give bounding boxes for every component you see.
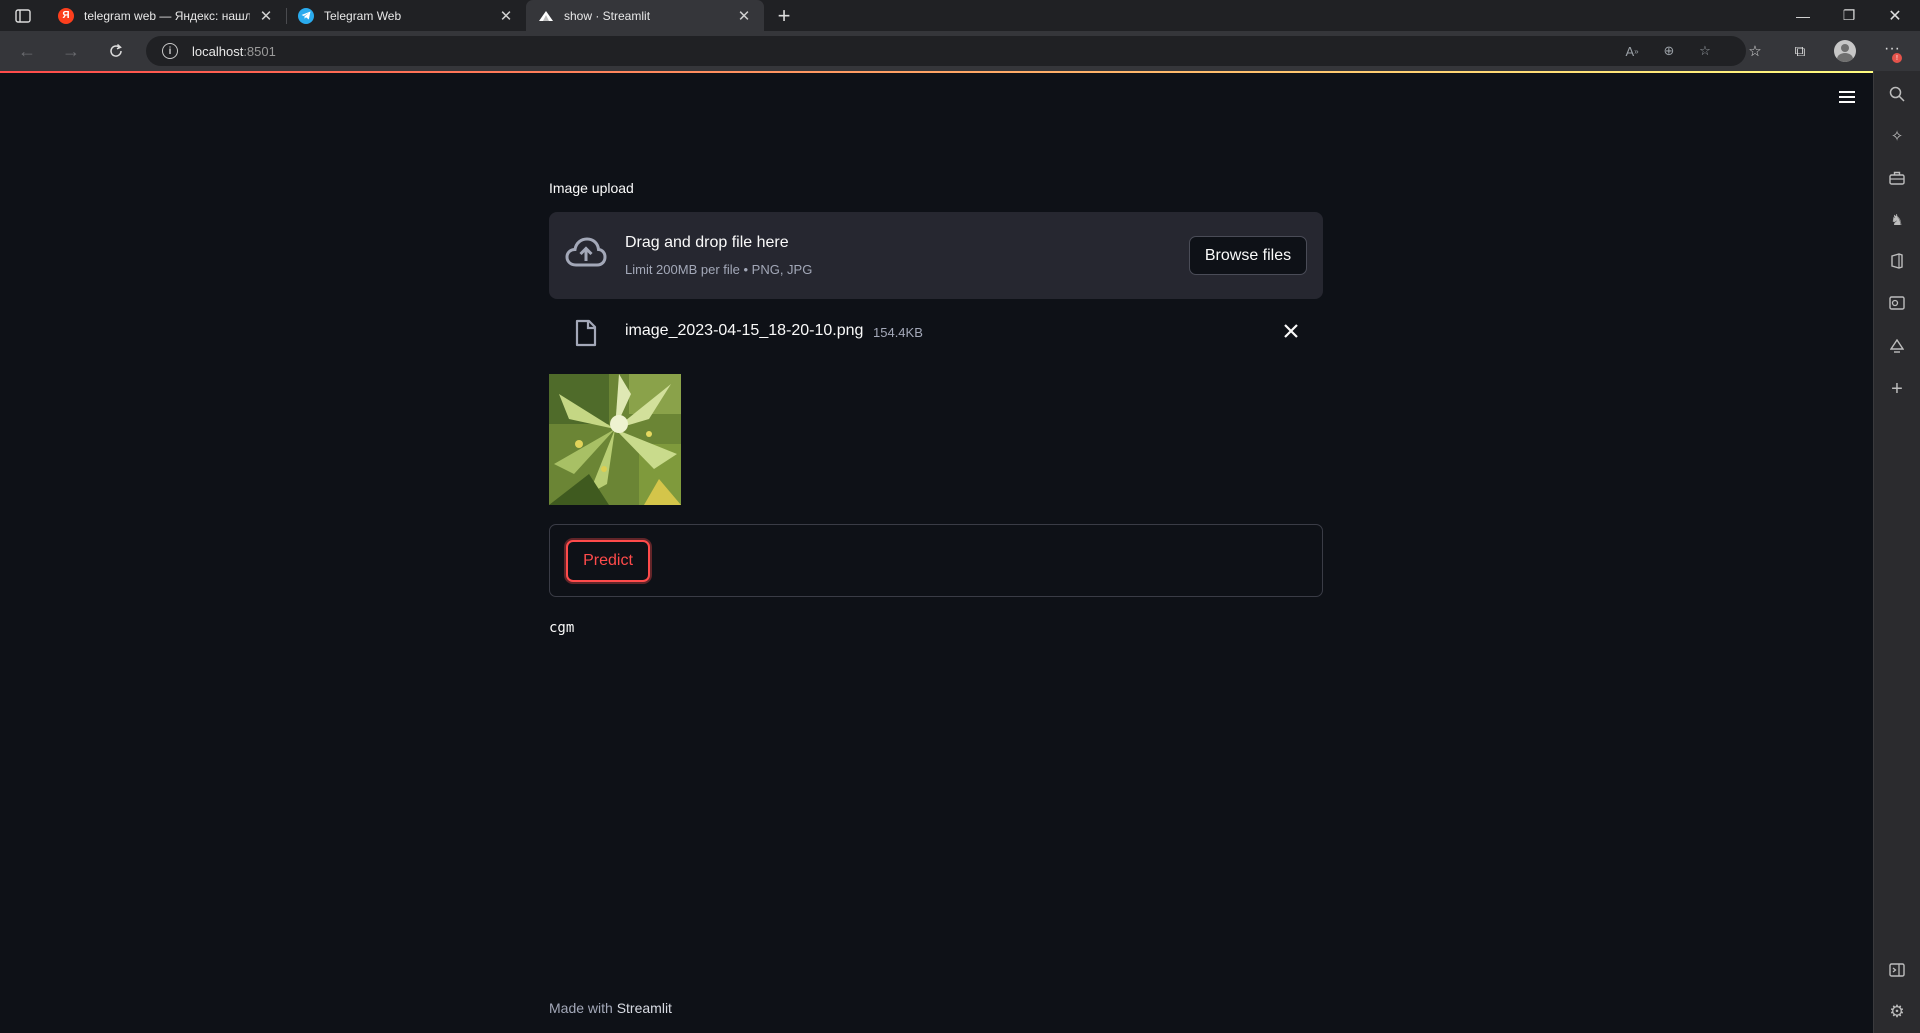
uploader-label: Image upload (549, 180, 634, 196)
uploaded-image-preview (549, 374, 681, 505)
back-button[interactable]: ← (12, 37, 42, 65)
tab-yandex[interactable]: Я telegram web — Яндекс: нашлось ✕ (46, 0, 286, 31)
telegram-icon (298, 7, 314, 24)
favorites-icon[interactable]: ☆ (1743, 40, 1767, 62)
header-decoration (0, 71, 1873, 73)
main-menu-icon[interactable] (1837, 89, 1857, 105)
footer-text: Made with (549, 1000, 617, 1016)
tab-title: telegram web — Яндекс: нашлось (84, 8, 250, 23)
minimize-button[interactable]: — (1780, 0, 1826, 31)
streamlit-icon (538, 8, 554, 24)
new-tab-button[interactable]: + (772, 3, 796, 28)
address-bar[interactable]: i localhost:8501 A» ⊕ ☆ (146, 36, 1746, 66)
predict-form: Predict (549, 524, 1323, 597)
site-info-icon[interactable]: i (162, 43, 178, 59)
yandex-icon: Я (58, 7, 74, 24)
address-url[interactable]: localhost:8501 (192, 44, 276, 59)
tab-telegram[interactable]: Telegram Web ✕ (286, 0, 526, 31)
edge-sidebar: ✧ ♞ + ⚙ (1873, 71, 1920, 1033)
close-tab-icon[interactable]: ✕ (498, 8, 514, 25)
streamlit-app: Image upload Drag and drop file here Lim… (0, 71, 1873, 1033)
predict-button[interactable]: Predict (566, 540, 650, 582)
cloud-upload-icon (565, 237, 607, 267)
uploaded-file-row: image_2023-04-15_18-20-10.png 154.4KB (549, 311, 1323, 359)
profile-avatar[interactable] (1834, 40, 1856, 62)
games-icon[interactable]: ♞ (1887, 210, 1907, 230)
copilot-icon[interactable]: ✧ (1887, 126, 1907, 146)
tab-title: show · Streamlit (564, 8, 651, 23)
streamlit-link[interactable]: Streamlit (617, 1000, 672, 1016)
file-size: 154.4KB (873, 325, 923, 340)
tools-icon[interactable] (1887, 168, 1907, 188)
tab-strip: Я telegram web — Яндекс: нашлось ✕ Teleg… (0, 0, 1920, 31)
close-tab-icon[interactable]: ✕ (258, 8, 274, 25)
collections-icon[interactable]: ⧉ (1788, 40, 1812, 62)
browser-window: Я telegram web — Яндекс: нашлось ✕ Teleg… (0, 0, 1920, 1033)
sidebar-toggle-icon[interactable] (1887, 960, 1907, 980)
add-icon[interactable]: + (1887, 378, 1907, 400)
dropzone-subtitle: Limit 200MB per file • PNG, JPG (625, 262, 813, 277)
notification-badge: ! (1892, 53, 1902, 63)
prediction-output: cgm (549, 620, 575, 636)
forward-button[interactable]: → (56, 37, 86, 65)
footer: Made with Streamlit (549, 1000, 672, 1016)
read-aloud-icon[interactable]: A» (1622, 42, 1642, 60)
remove-file-icon[interactable] (1282, 322, 1300, 340)
office-icon[interactable] (1887, 251, 1907, 271)
file-icon (575, 319, 597, 347)
settings-icon[interactable]: ⚙ (1887, 1002, 1907, 1022)
browse-files-button[interactable]: Browse files (1189, 236, 1307, 275)
tab-title: Telegram Web (324, 8, 402, 23)
add-favorite-icon[interactable]: ☆ (1695, 42, 1715, 60)
file-dropzone[interactable]: Drag and drop file here Limit 200MB per … (549, 212, 1323, 299)
file-name: image_2023-04-15_18-20-10.png (625, 322, 864, 339)
tab-streamlit[interactable]: show · Streamlit ✕ (526, 0, 764, 31)
close-tab-icon[interactable]: ✕ (736, 8, 752, 25)
restore-button[interactable]: ❐ (1826, 0, 1872, 31)
outlook-icon[interactable] (1887, 293, 1907, 313)
drop-icon[interactable] (1887, 336, 1907, 356)
search-icon[interactable] (1887, 84, 1907, 104)
dropzone-title: Drag and drop file here (625, 234, 789, 251)
close-window-button[interactable]: ✕ (1872, 0, 1918, 31)
reload-button[interactable] (101, 37, 131, 65)
tab-actions-icon[interactable] (12, 6, 34, 26)
browser-toolbar: ← → i localhost:8501 A» ⊕ ☆ ☆ ⧉ ··· ! (0, 31, 1920, 71)
zoom-icon[interactable]: ⊕ (1659, 42, 1679, 60)
